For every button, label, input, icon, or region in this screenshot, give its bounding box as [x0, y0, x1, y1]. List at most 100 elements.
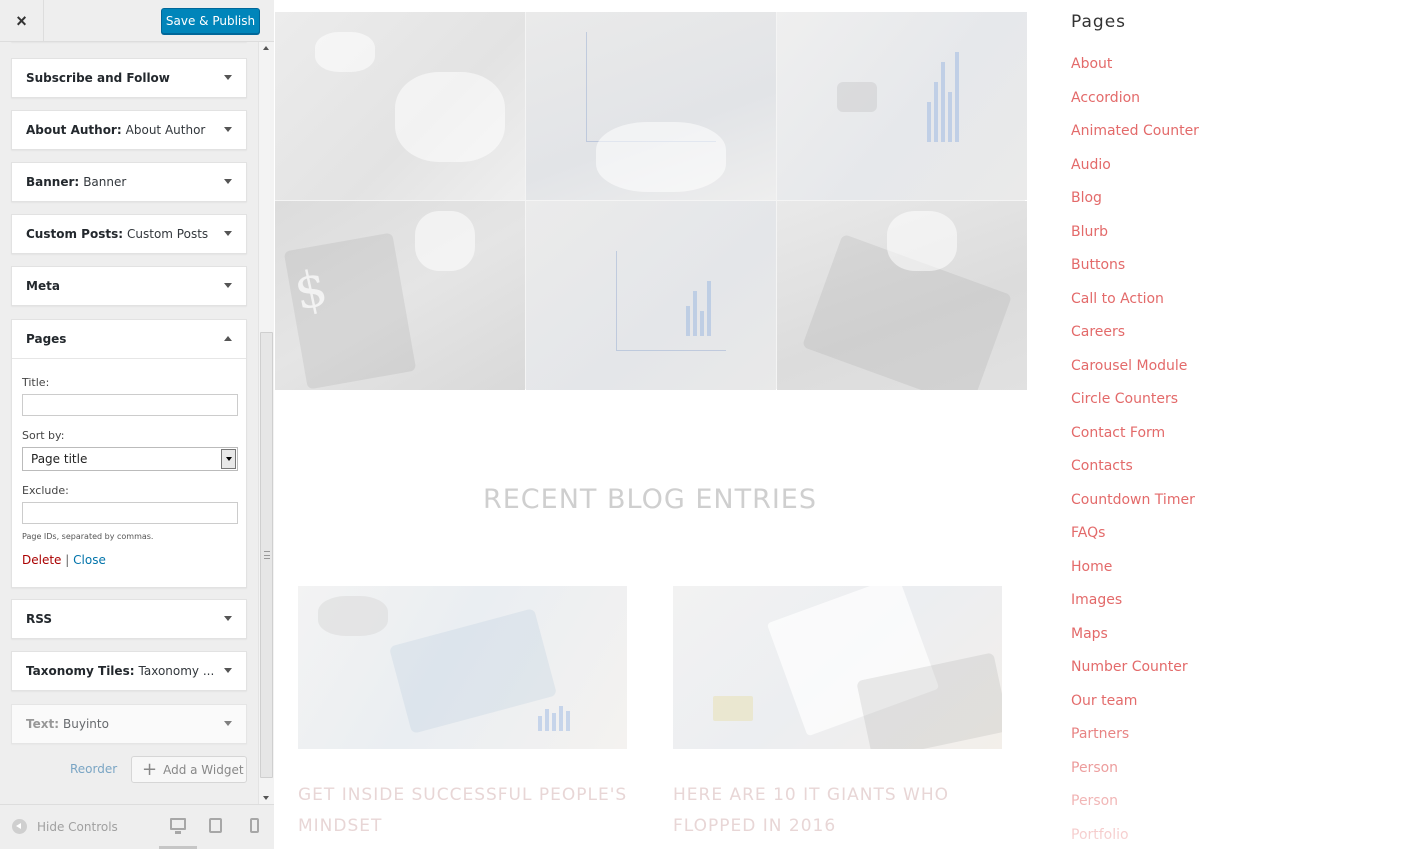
page-link[interactable]: Carousel Module — [1071, 358, 1199, 392]
widget-header[interactable]: Meta — [12, 267, 246, 305]
widget-text[interactable]: Text: Buyinto — [11, 704, 247, 744]
widget-actions: Delete | Close — [22, 553, 236, 567]
page-link[interactable]: About — [1071, 56, 1199, 90]
delete-link[interactable]: Delete — [22, 553, 61, 567]
widget-name: Meta — [26, 279, 60, 293]
page-link[interactable]: Accordion — [1071, 90, 1199, 124]
expand-arrow-icon[interactable] — [224, 179, 232, 184]
widget-title: Taxonomy ... — [138, 664, 215, 678]
widget-about-author[interactable]: About Author: About Author — [11, 110, 247, 150]
hide-controls-label: Hide Controls — [37, 819, 118, 834]
widget-rss[interactable]: RSS — [11, 599, 247, 639]
close-icon[interactable]: × — [0, 0, 44, 42]
widget-taxonomy-tiles[interactable]: Taxonomy Tiles: Taxonomy ... — [11, 651, 247, 691]
page-link[interactable]: Portfolio — [1071, 827, 1199, 849]
widget-subscribe-follow[interactable]: Subscribe and Follow — [11, 58, 247, 98]
sort-select[interactable]: Page title — [22, 447, 238, 471]
widget-name: Banner: — [26, 175, 80, 189]
site-preview[interactable]: $ RECENT BLOG ENTRIES GET INSIDE SUCCESS… — [275, 0, 1419, 849]
widget-banner[interactable]: Banner: Banner — [11, 162, 247, 202]
mobile-icon[interactable] — [250, 818, 259, 833]
sort-label: Sort by: — [22, 429, 65, 442]
page-link[interactable]: Contacts — [1071, 458, 1199, 492]
post-title-link[interactable]: GET INSIDE SUCCESSFUL PEOPLE'S MINDSET — [298, 780, 638, 842]
expand-arrow-icon[interactable] — [224, 616, 232, 621]
actions-separator: | — [65, 553, 70, 567]
page-link[interactable]: Contact Form — [1071, 425, 1199, 459]
page-link[interactable]: Person — [1071, 793, 1199, 827]
page-link[interactable]: Call to Action — [1071, 291, 1199, 325]
post-thumbnail[interactable] — [298, 586, 627, 749]
post-title-link[interactable]: HERE ARE 10 IT GIANTS WHO FLOPPED IN 201… — [673, 780, 1013, 842]
page-link[interactable]: Partners — [1071, 726, 1199, 760]
plus-icon: + — [142, 758, 158, 780]
page-link[interactable]: Number Counter — [1071, 659, 1199, 693]
scroll-thumb[interactable] — [260, 332, 273, 778]
widget-header[interactable]: Pages — [12, 320, 246, 358]
hero-image-piggy-bank — [275, 12, 525, 200]
expand-arrow-icon[interactable] — [224, 127, 232, 132]
hero-image-charts — [526, 12, 776, 200]
page-link[interactable]: Audio — [1071, 157, 1199, 191]
expand-arrow-icon[interactable] — [224, 231, 232, 236]
widget-header[interactable]: RSS — [12, 600, 246, 638]
widget-header[interactable]: Text: Buyinto — [12, 705, 246, 743]
collapse-arrow-icon[interactable] — [224, 336, 232, 341]
tablet-icon[interactable] — [209, 818, 222, 833]
widget-meta[interactable]: Meta — [11, 266, 247, 306]
expand-arrow-icon[interactable] — [224, 75, 232, 80]
widget-header[interactable]: Banner: Banner — [12, 163, 246, 201]
scroll-down-arrow-icon[interactable] — [263, 796, 269, 800]
pages-list: About Accordion Animated Counter Audio B… — [1071, 56, 1199, 849]
hero-image-documents — [526, 201, 776, 390]
title-label: Title: — [22, 376, 50, 389]
widget-header[interactable]: Subscribe and Follow — [12, 59, 246, 97]
select-dropdown-icon[interactable] — [221, 449, 236, 469]
page-link[interactable]: Careers — [1071, 324, 1199, 358]
exclude-input[interactable] — [22, 502, 238, 524]
widget-custom-posts[interactable]: Custom Posts: Custom Posts — [11, 214, 247, 254]
hero-image-grid: $ — [275, 12, 1027, 390]
hide-controls-button[interactable]: Hide Controls — [12, 819, 118, 834]
page-link[interactable]: Countdown Timer — [1071, 492, 1199, 526]
expand-arrow-icon[interactable] — [224, 283, 232, 288]
customizer-screen: × Save & Publish Subscribe and Follow Ab… — [0, 0, 1419, 849]
page-link[interactable]: Buttons — [1071, 257, 1199, 291]
sort-selected-value: Page title — [31, 452, 88, 466]
widget-title: Buyinto — [63, 717, 109, 731]
widget-name: Custom Posts: — [26, 227, 124, 241]
page-link[interactable]: Home — [1071, 559, 1199, 593]
page-link[interactable]: Blog — [1071, 190, 1199, 224]
desktop-icon[interactable] — [170, 818, 186, 834]
page-link[interactable]: Maps — [1071, 626, 1199, 660]
page-link[interactable]: Blurb — [1071, 224, 1199, 258]
close-link[interactable]: Close — [73, 553, 106, 567]
widget-title: Custom Posts — [127, 227, 209, 241]
pages-widget: Pages About Accordion Animated Counter A… — [1071, 0, 1391, 849]
page-link[interactable]: Animated Counter — [1071, 123, 1199, 157]
collapse-sidebar-icon — [12, 819, 27, 834]
widget-pages[interactable]: Pages Title: Sort by: Page title Exclude… — [11, 319, 247, 588]
widget-heading: Pages — [1071, 12, 1127, 32]
page-link[interactable]: Images — [1071, 592, 1199, 626]
page-link[interactable]: Person — [1071, 760, 1199, 794]
widget-name: About Author: — [26, 123, 122, 137]
hero-image-calculator — [777, 201, 1027, 390]
page-link[interactable]: FAQs — [1071, 525, 1199, 559]
title-input[interactable] — [22, 394, 238, 416]
widget-header[interactable]: Custom Posts: Custom Posts — [12, 215, 246, 253]
widget-title: Banner — [83, 175, 127, 189]
expand-arrow-icon[interactable] — [224, 668, 232, 673]
exclude-label: Exclude: — [22, 484, 69, 497]
expand-arrow-icon[interactable] — [224, 721, 232, 726]
page-link[interactable]: Circle Counters — [1071, 391, 1199, 425]
scroll-up-arrow-icon[interactable] — [263, 46, 269, 50]
page-link[interactable]: Our team — [1071, 693, 1199, 727]
save-publish-button[interactable]: Save & Publish — [161, 8, 260, 34]
widget-header[interactable]: Taxonomy Tiles: Taxonomy ... — [12, 652, 246, 690]
widget-header[interactable]: About Author: About Author — [12, 111, 246, 149]
reorder-link[interactable]: Reorder — [70, 762, 117, 776]
post-thumbnail[interactable] — [673, 586, 1002, 749]
add-widget-button[interactable]: + Add a Widget — [131, 756, 247, 783]
sidebar-scrollbar[interactable] — [258, 42, 274, 804]
